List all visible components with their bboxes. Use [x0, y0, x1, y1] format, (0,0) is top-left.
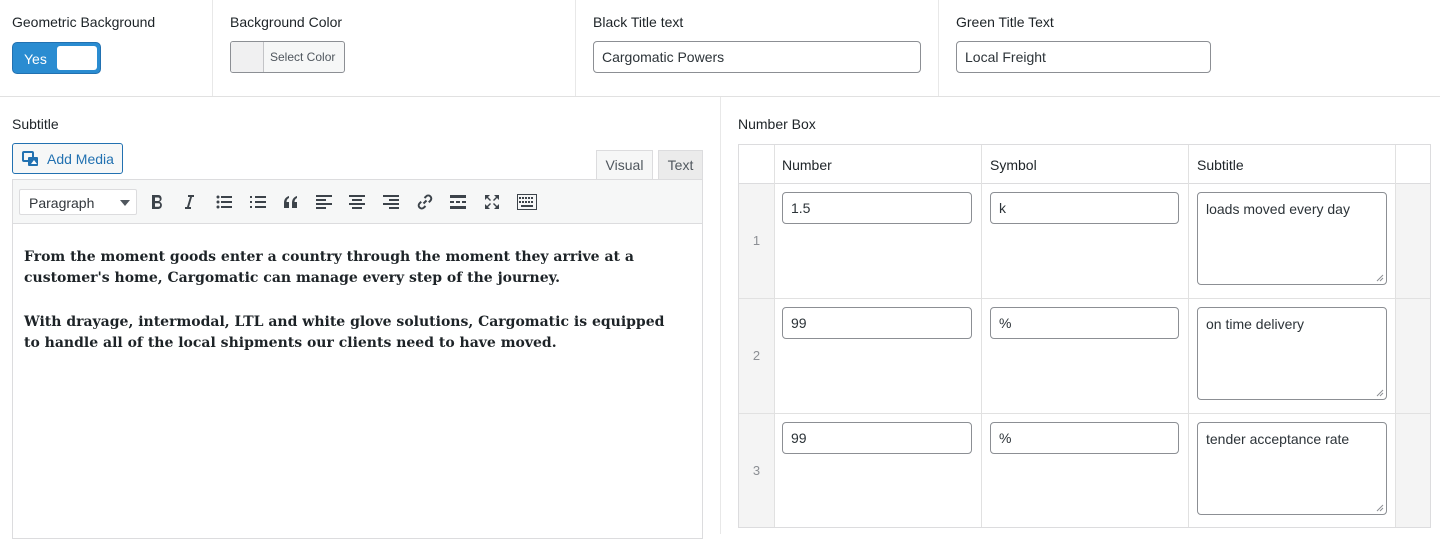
row-separator [739, 413, 1430, 414]
geometric-background-label: Geometric Background [12, 14, 156, 30]
read-more-icon[interactable] [447, 191, 469, 213]
row-actions-column [1395, 184, 1430, 527]
toggle-knob [57, 46, 97, 70]
subtitle-textarea[interactable]: loads moved every day [1197, 192, 1387, 285]
align-right-icon[interactable] [380, 191, 402, 213]
resize-handle-icon[interactable] [1376, 274, 1384, 282]
bullet-list-icon[interactable] [213, 191, 235, 213]
bold-icon[interactable] [146, 191, 168, 213]
numbered-list-icon[interactable] [247, 191, 269, 213]
add-media-label: Add Media [47, 151, 114, 167]
resize-handle-icon[interactable] [1376, 504, 1384, 512]
content-paragraph-2: With drayage, intermodal, LTL and white … [24, 314, 665, 351]
column-divider-4 [1395, 145, 1396, 527]
editor-toolbar: Paragraph [13, 180, 702, 224]
tab-text[interactable]: Text [658, 150, 703, 180]
resize-handle-icon[interactable] [1376, 389, 1384, 397]
green-title-label: Green Title Text [956, 14, 1054, 30]
subtitle-textarea[interactable]: tender acceptance rate [1197, 422, 1387, 515]
column-divider-1 [774, 145, 775, 527]
column-header-symbol: Symbol [990, 157, 1037, 173]
link-icon[interactable] [414, 191, 436, 213]
number-box-label: Number Box [738, 116, 816, 132]
add-media-button[interactable]: Add Media [12, 143, 123, 174]
align-left-icon[interactable] [313, 191, 335, 213]
content-paragraph-1: From the moment goods enter a country th… [24, 249, 634, 286]
row-index: 3 [752, 463, 761, 478]
align-center-icon[interactable] [346, 191, 368, 213]
format-select[interactable]: Paragraph [19, 189, 137, 215]
subtitle-textarea[interactable]: on time delivery [1197, 307, 1387, 400]
italic-icon[interactable] [178, 191, 200, 213]
subtitle-label: Subtitle [12, 116, 59, 132]
select-color-button[interactable]: Select Color [230, 41, 345, 73]
subtitle-editor: Paragraph From the moment goods enter a … [12, 179, 703, 539]
table-header: Number Symbol Subtitle [739, 145, 1430, 184]
column-header-subtitle: Subtitle [1197, 157, 1244, 173]
symbol-input[interactable]: % [990, 422, 1179, 454]
number-input[interactable]: 1.5 [782, 192, 972, 224]
subtitle-text: loads moved every day [1206, 201, 1350, 217]
select-color-label: Select Color [270, 50, 336, 64]
symbol-input[interactable]: k [990, 192, 1179, 224]
geometric-background-field: Geometric Background Yes [0, 0, 213, 96]
black-title-label: Black Title text [593, 14, 684, 30]
row-index: 2 [752, 348, 761, 363]
black-title-input[interactable]: Cargomatic Powers [593, 41, 921, 73]
blockquote-icon[interactable] [280, 191, 302, 213]
geometric-background-toggle[interactable]: Yes [12, 42, 101, 74]
column-divider-2 [981, 145, 982, 527]
row-index: 1 [752, 233, 761, 248]
column-header-number: Number [782, 157, 832, 173]
number-input[interactable]: 99 [782, 422, 972, 454]
top-fields-row: Geometric Background Yes Background Colo… [0, 0, 1440, 97]
toolbar-toggle-icon[interactable] [515, 191, 539, 213]
number-input[interactable]: 99 [782, 307, 972, 339]
green-title-input[interactable]: Local Freight [956, 41, 1211, 73]
editor-content[interactable]: From the moment goods enter a country th… [24, 247, 684, 377]
symbol-input[interactable]: % [990, 307, 1179, 339]
add-media-icon [22, 151, 38, 166]
background-color-label: Background Color [230, 14, 343, 30]
tab-visual[interactable]: Visual [596, 150, 653, 180]
subtitle-text: on time delivery [1206, 316, 1305, 332]
fullscreen-icon[interactable] [481, 191, 503, 213]
color-swatch [231, 42, 264, 72]
row-separator [739, 298, 1430, 299]
column-divider-3 [1188, 145, 1189, 527]
toggle-yes-text: Yes [24, 51, 47, 67]
format-select-value: Paragraph [29, 195, 95, 211]
column-divider [720, 97, 721, 534]
number-box-table: Number Symbol Subtitle 1 1.5 k loads mov… [738, 144, 1431, 528]
subtitle-text: tender acceptance rate [1206, 431, 1350, 447]
chevron-down-icon [120, 200, 130, 206]
